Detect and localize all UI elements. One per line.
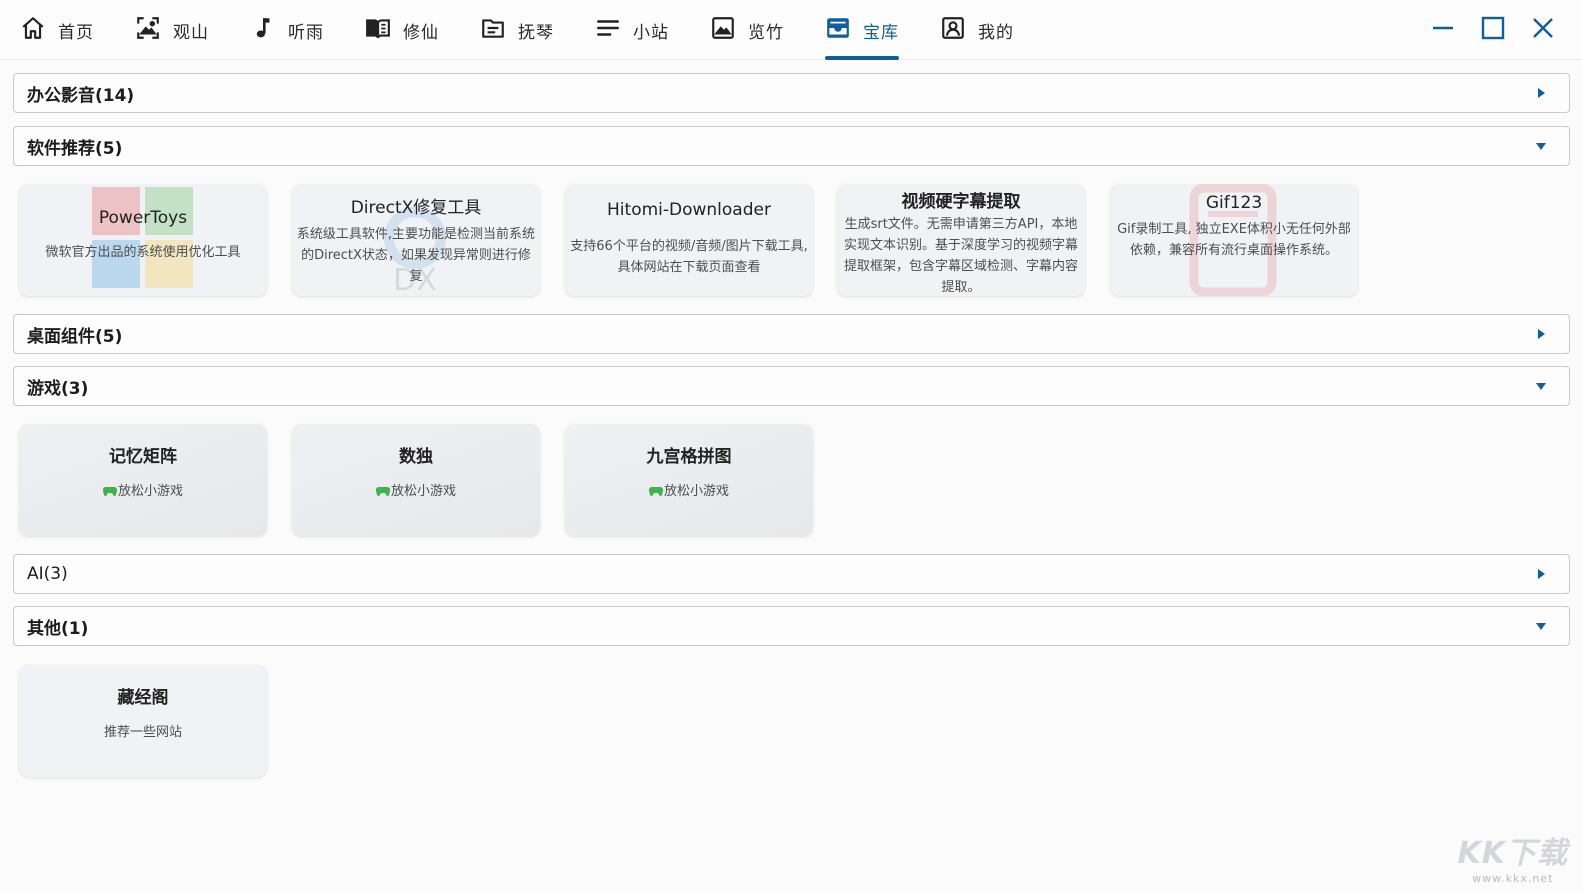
card-directx-repair[interactable]: DX DirectX修复工具 系统级工具软件,主要功能是检测当前系统的Direc… — [292, 184, 540, 296]
card-nine-grid-puzzle[interactable]: 九宫格拼图 放松小游戏 — [565, 424, 813, 536]
minimize-icon — [1431, 16, 1455, 44]
nav-label-fuqin: 抚琴 — [518, 22, 554, 43]
card-video-subtitle-extract[interactable]: 视频硬字幕提取 生成srt文件。无需申请第三方API，本地实现文本识别。基于深度… — [837, 184, 1085, 296]
card-title: 记忆矩阵 — [109, 447, 177, 467]
nav-label-wode: 我的 — [978, 22, 1014, 43]
section-title: 桌面组件(5) — [27, 326, 123, 347]
site-watermark: KK下载 www.kkx.net — [1458, 828, 1569, 885]
card-description: 支持66个平台的视频/音频/图片下载工具,具体网站在下载页面查看 — [570, 239, 808, 275]
card-description: 系统级工具软件,主要功能是检测当前系统的DirectX状态，如果发现异常则进行修… — [296, 227, 536, 284]
card-description: 推荐一些网站 — [103, 725, 182, 740]
nav-label-lanzhu: 览竹 — [748, 22, 784, 43]
close-button[interactable] — [1518, 0, 1568, 60]
card-title: 视频硬字幕提取 — [901, 192, 1021, 212]
section-title: 其他(1) — [27, 618, 89, 639]
card-hitomi-downloader[interactable]: Hitomi-Downloader 支持66个平台的视频/音频/图片下载工具,具… — [565, 184, 813, 296]
card-description: Gif录制工具, 独立EXE体积小无任何外部依赖，兼容所有流行桌面操作系统。 — [1117, 222, 1351, 258]
chevron-right-icon — [1538, 569, 1545, 579]
minimize-button[interactable] — [1418, 0, 1468, 60]
music-note-icon — [250, 15, 276, 45]
nav-label-xiaozhan: 小站 — [633, 22, 669, 43]
nav-item-guanshan[interactable]: 观山 — [135, 0, 209, 60]
home-icon — [20, 15, 46, 45]
card-title: 九宫格拼图 — [646, 447, 732, 467]
section-title: 游戏(3) — [27, 378, 89, 399]
top-navigation-bar: 首页 观山 听雨 修仙 抚琴 小站 览竹 宝库 我的 — [0, 0, 1582, 60]
card-title: 数独 — [399, 447, 433, 467]
nav-item-tingyu[interactable]: 听雨 — [250, 0, 324, 60]
chevron-right-icon — [1538, 329, 1545, 339]
section-header-ai[interactable]: AI(3) — [13, 554, 1570, 594]
image-icon — [710, 15, 736, 45]
card-gif123[interactable]: Gif123 Gif录制工具, 独立EXE体积小无任何外部依赖，兼容所有流行桌面… — [1110, 184, 1358, 296]
nav-item-fuqin[interactable]: 抚琴 — [480, 0, 554, 60]
card-powertoys[interactable]: PowerToys 微软官方出品的系统使用优化工具 — [19, 184, 267, 296]
section-header-software[interactable]: 软件推荐(5) — [13, 126, 1570, 166]
card-description-text: 放松小游戏 — [390, 484, 456, 499]
nav-item-baoku[interactable]: 宝库 — [825, 0, 899, 60]
nav-item-home[interactable]: 首页 — [20, 0, 94, 60]
card-title: Hitomi-Downloader — [607, 200, 771, 220]
active-tab-indicator — [825, 56, 899, 60]
card-sudoku[interactable]: 数独 放松小游戏 — [292, 424, 540, 536]
section-header-desktop-widgets[interactable]: 桌面组件(5) — [13, 314, 1570, 354]
close-icon — [1531, 16, 1555, 44]
section-title: 办公影音(14) — [27, 85, 135, 106]
nav-label-home: 首页 — [58, 22, 94, 43]
card-description: 放松小游戏 — [565, 481, 813, 502]
maximize-button[interactable] — [1468, 0, 1518, 60]
chevron-right-icon — [1538, 88, 1545, 98]
section-header-games[interactable]: 游戏(3) — [13, 366, 1570, 406]
section-header-other[interactable]: 其他(1) — [13, 606, 1570, 646]
landscape-frame-icon — [135, 15, 161, 45]
nav-item-wode[interactable]: 我的 — [940, 0, 1014, 60]
inbox-tray-icon — [825, 15, 851, 45]
nav-label-guanshan: 观山 — [173, 22, 209, 43]
section-title: AI(3) — [27, 564, 68, 584]
card-cangjingge[interactable]: 藏经阁 推荐一些网站 — [19, 665, 267, 777]
card-title: Gif123 — [1205, 193, 1263, 213]
watermark-url: www.kkx.net — [1472, 872, 1554, 885]
watermark-logo-text: KK下载 — [1457, 836, 1568, 871]
card-title: DirectX修复工具 — [350, 198, 482, 218]
window-controls — [1418, 0, 1568, 60]
card-memory-matrix[interactable]: 记忆矩阵 放松小游戏 — [19, 424, 267, 536]
card-title: 藏经阁 — [117, 688, 169, 708]
nav-label-xiuxian: 修仙 — [403, 22, 439, 43]
chevron-down-icon — [1536, 383, 1546, 390]
card-description: 微软官方出品的系统使用优化工具 — [45, 245, 241, 260]
card-title: PowerToys — [98, 208, 188, 228]
nav-label-tingyu: 听雨 — [288, 22, 324, 43]
card-description: 放松小游戏 — [292, 481, 540, 502]
card-description: 生成srt文件。无需申请第三方API，本地实现文本识别。基于深度学习的视频字幕提… — [843, 217, 1078, 295]
card-description-text: 放松小游戏 — [663, 484, 729, 499]
card-description-text: 放松小游戏 — [117, 484, 183, 499]
book-icon — [365, 15, 391, 45]
nav-item-lanzhu[interactable]: 览竹 — [710, 0, 784, 60]
gamepad-icon — [375, 486, 390, 496]
card-description: 放松小游戏 — [19, 481, 267, 502]
section-header-office-media[interactable]: 办公影音(14) — [13, 73, 1570, 113]
folder-text-icon — [480, 15, 506, 45]
gamepad-icon — [102, 486, 117, 496]
maximize-icon — [1481, 16, 1505, 44]
user-badge-icon — [940, 15, 966, 45]
chevron-down-icon — [1536, 143, 1546, 150]
nav-item-xiaozhan[interactable]: 小站 — [595, 0, 669, 60]
powertoys-logo — [19, 184, 267, 296]
main-nav: 首页 观山 听雨 修仙 抚琴 小站 览竹 宝库 我的 — [0, 0, 1055, 60]
lines-icon — [595, 15, 621, 45]
nav-item-xiuxian[interactable]: 修仙 — [365, 0, 439, 60]
chevron-down-icon — [1536, 623, 1546, 630]
section-title: 软件推荐(5) — [27, 138, 123, 159]
gamepad-icon — [648, 486, 663, 496]
nav-label-baoku: 宝库 — [863, 22, 899, 43]
